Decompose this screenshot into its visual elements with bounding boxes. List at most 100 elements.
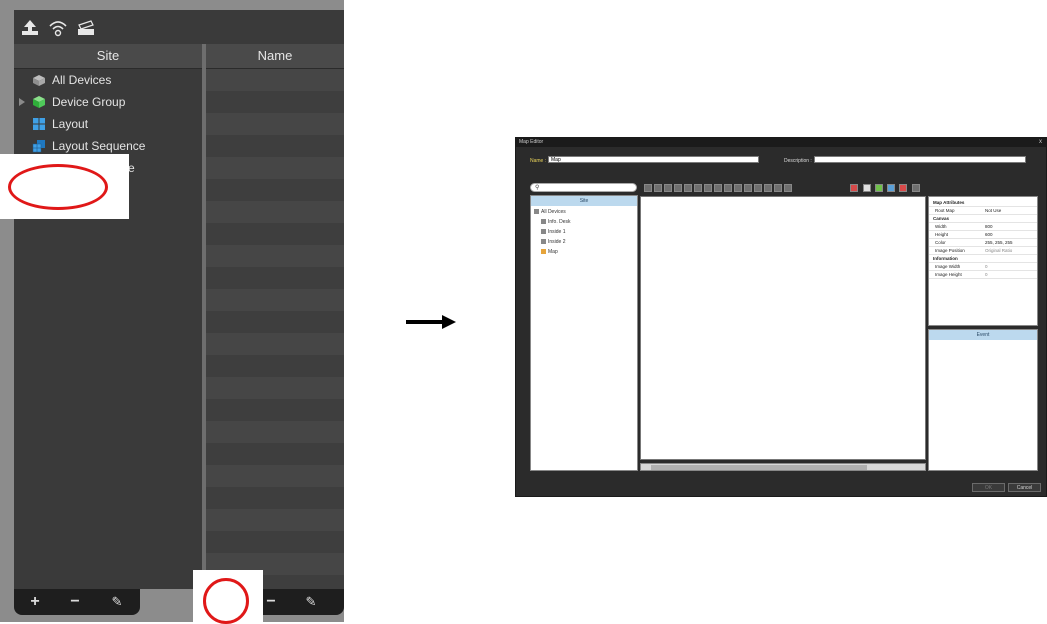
device-icon <box>541 239 546 245</box>
search-input[interactable]: ⚲ <box>530 183 637 192</box>
event-header: Event <box>929 330 1037 340</box>
list-row[interactable] <box>206 333 344 355</box>
highlight-box <box>0 154 129 219</box>
editor-tree-item[interactable]: All Devices <box>534 209 566 215</box>
event-panel: Event <box>928 329 1038 471</box>
device-icon <box>541 229 546 235</box>
scrollbar-thumb[interactable] <box>651 465 867 470</box>
align-tool-button[interactable] <box>734 184 742 192</box>
map-editor-window: Map Editor x Name : Map Description : ⚲ … <box>515 137 1047 497</box>
tree-item-label: Device Group <box>52 95 126 109</box>
align-tool-button[interactable] <box>754 184 762 192</box>
description-field[interactable] <box>814 156 1026 163</box>
layout-sequence-icon <box>32 140 45 153</box>
list-row[interactable] <box>206 377 344 399</box>
column-header-site[interactable]: Site <box>14 44 202 69</box>
list-row[interactable] <box>206 69 344 91</box>
expand-arrow-icon[interactable] <box>19 98 25 106</box>
image-tool-button[interactable] <box>899 184 907 192</box>
add-button[interactable]: + <box>26 593 44 611</box>
attribute-row[interactable]: Root Map Not Use <box>929 207 1037 215</box>
editor-tree-item[interactable]: Map <box>541 249 558 255</box>
editor-site-header: Site <box>531 196 637 206</box>
arrow-head-icon <box>442 315 456 329</box>
name-field[interactable]: Map <box>548 156 759 163</box>
list-row[interactable] <box>206 465 344 487</box>
column-header-name[interactable]: Name <box>206 44 344 69</box>
align-tool-button[interactable] <box>664 184 672 192</box>
map-icon <box>541 249 546 255</box>
align-tool-button[interactable] <box>764 184 772 192</box>
window-title: Map Editor <box>519 139 544 145</box>
attribute-row[interactable]: Color 255, 255, 255 <box>929 239 1037 247</box>
highlight-circle <box>8 164 108 210</box>
color-tool-button[interactable] <box>850 184 858 192</box>
list-row[interactable] <box>206 157 344 179</box>
image-tool-button[interactable] <box>912 184 920 192</box>
cancel-button[interactable]: Cancel <box>1008 483 1041 492</box>
remove-button[interactable]: − <box>66 593 84 611</box>
close-icon[interactable]: x <box>1039 138 1042 147</box>
arrow-shaft <box>406 320 444 324</box>
upload-icon[interactable] <box>20 19 40 37</box>
attribute-row[interactable]: Width 800 <box>929 223 1037 231</box>
device-icon <box>541 219 546 225</box>
site-tree: All Devices Device Group Layout Layout S… <box>14 69 202 589</box>
list-row[interactable] <box>206 289 344 311</box>
attribute-row: Canvas <box>929 215 1037 223</box>
list-bottom-bar: − ✎ <box>250 589 344 615</box>
image-tool-button[interactable] <box>887 184 895 192</box>
tree-item-label: All Devices <box>52 73 112 87</box>
device-icon[interactable] <box>76 19 96 37</box>
tree-item-label: Layout <box>52 117 89 131</box>
list-row[interactable] <box>206 201 344 223</box>
align-tool-button[interactable] <box>724 184 732 192</box>
align-tool-button[interactable] <box>644 184 652 192</box>
list-row[interactable] <box>206 509 344 531</box>
image-tool-button[interactable] <box>863 184 871 192</box>
all-devices-icon <box>33 75 45 86</box>
editor-tree-item[interactable]: Inside 2 <box>541 239 566 245</box>
highlight-box <box>193 570 263 624</box>
attribute-row[interactable]: Image Width 0 <box>929 263 1037 271</box>
editor-tree-item[interactable]: Inside 1 <box>541 229 566 235</box>
tree-item-device-group[interactable]: Device Group <box>14 91 202 113</box>
list-row[interactable] <box>206 113 344 135</box>
align-tool-button[interactable] <box>774 184 782 192</box>
tree-item-layout[interactable]: Layout <box>14 113 202 135</box>
search-icon: ⚲ <box>535 185 540 191</box>
attribute-row[interactable]: Image Position Original Ratio <box>929 247 1037 255</box>
name-column-list <box>206 69 344 589</box>
map-canvas[interactable] <box>640 196 926 460</box>
align-tool-button[interactable] <box>744 184 752 192</box>
image-tool-button[interactable] <box>875 184 883 192</box>
horizontal-scrollbar[interactable] <box>640 463 926 471</box>
align-tool-button[interactable] <box>704 184 712 192</box>
list-row[interactable] <box>206 245 344 267</box>
window-titlebar: Map Editor x <box>516 138 1046 147</box>
tree-item-all-devices[interactable]: All Devices <box>14 69 202 91</box>
attribute-row[interactable]: Image Height 0 <box>929 271 1037 279</box>
wireless-icon[interactable] <box>48 19 68 37</box>
ok-button[interactable]: OK <box>972 483 1005 492</box>
edit-button[interactable]: ✎ <box>108 593 126 611</box>
align-tool-button[interactable] <box>714 184 722 192</box>
description-label: Description : <box>784 158 812 164</box>
remove-button[interactable]: − <box>262 593 280 611</box>
align-tool-button[interactable] <box>674 184 682 192</box>
attribute-row[interactable]: Height 600 <box>929 231 1037 239</box>
top-toolbar <box>14 10 344 44</box>
device-group-icon <box>33 96 45 108</box>
align-tool-button[interactable] <box>784 184 792 192</box>
layout-icon <box>33 118 45 130</box>
name-label: Name : <box>530 158 547 164</box>
align-tool-button[interactable] <box>654 184 662 192</box>
edit-button[interactable]: ✎ <box>302 593 320 611</box>
editor-tree-item[interactable]: Info. Desk <box>541 219 571 225</box>
site-panel: Site Name All Devices Device Group Layou… <box>0 0 344 622</box>
align-tool-button[interactable] <box>694 184 702 192</box>
list-row[interactable] <box>206 421 344 443</box>
all-devices-icon <box>534 209 539 215</box>
align-tool-button[interactable] <box>684 184 692 192</box>
attributes-panel: Map Attributes Root Map Not Use Canvas Wi… <box>928 196 1038 326</box>
